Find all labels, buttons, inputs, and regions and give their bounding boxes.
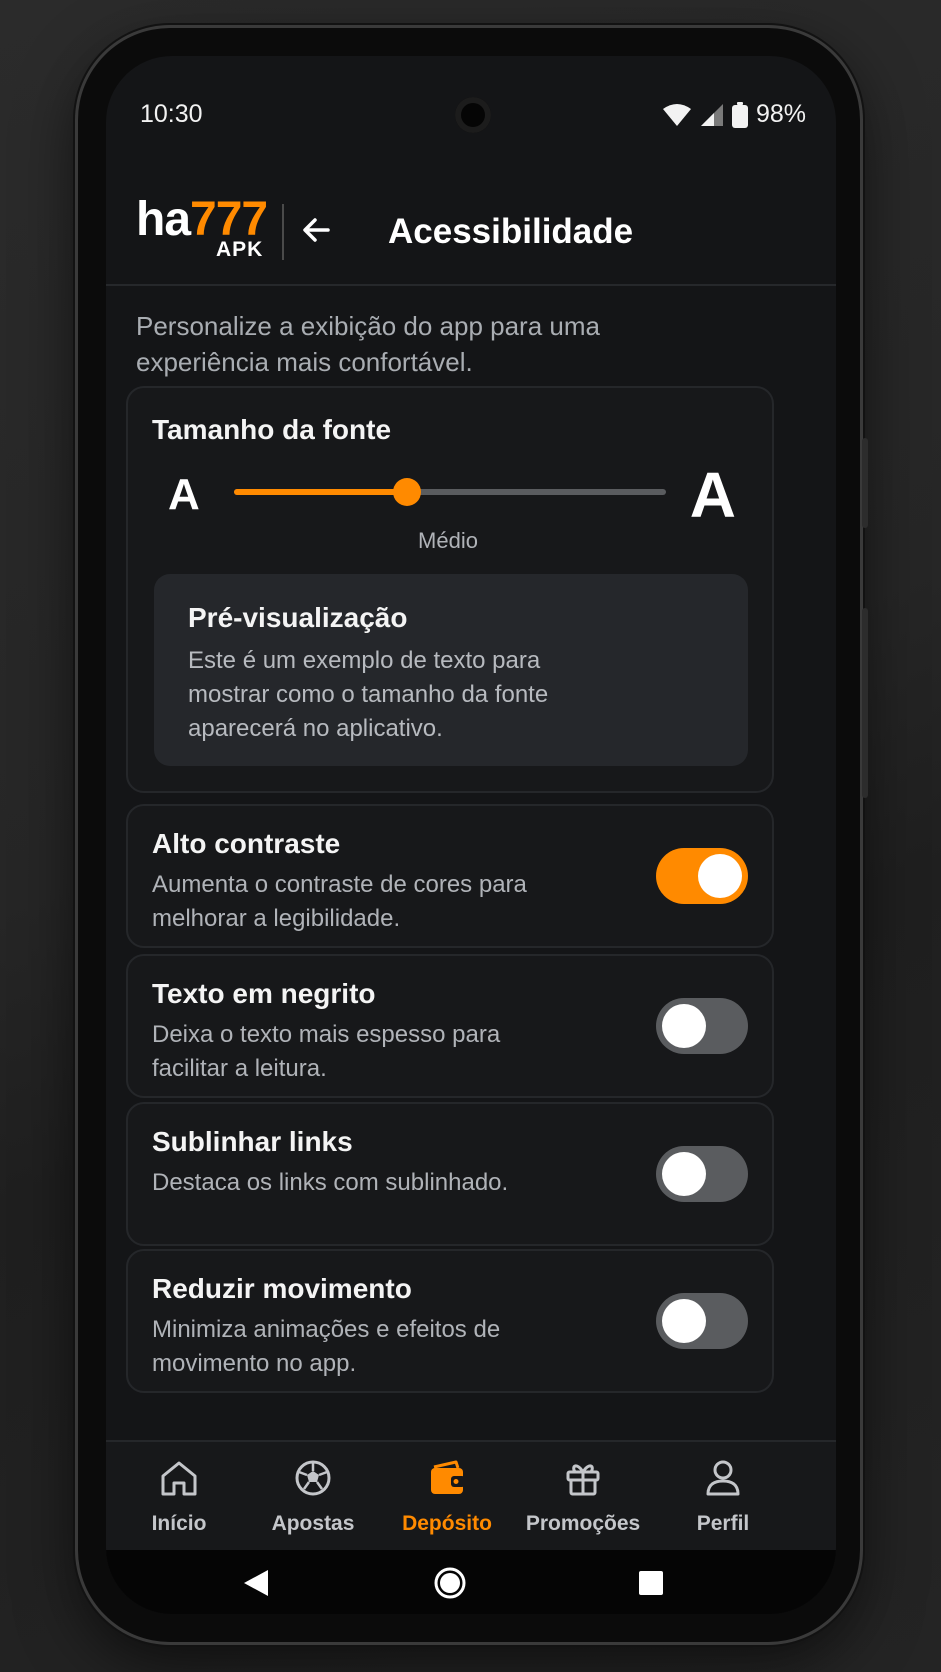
intro-text: Personalize a exibição do app para uma e…	[136, 311, 600, 377]
font-size-value: Médio	[418, 528, 478, 553]
logo-text-apk: APK	[216, 238, 264, 261]
setting-card-underline-links: Sublinhar links Destaca os links com sub…	[126, 1102, 774, 1246]
font-size-large-label: A	[689, 459, 736, 531]
volume-button	[862, 438, 868, 528]
wifi-icon	[662, 103, 691, 126]
setting-card-bold-text: Texto em negrito Deixa o texto mais espe…	[126, 954, 774, 1098]
font-size-card: Tamanho da fonte A A Médio Pré-visualiza…	[126, 386, 774, 793]
nav-label: Início	[151, 1512, 207, 1535]
preview-text: Este é um exemplo de texto para mostrar …	[188, 647, 549, 742]
wallet-icon	[431, 1460, 465, 1494]
header-divider	[282, 204, 284, 260]
preview-title: Pré-visualização	[188, 602, 408, 633]
phone-frame: 10:30 98% ha777 APK Acessibilidade Perso…	[78, 28, 868, 1642]
power-button	[862, 608, 868, 798]
font-preview-box: Pré-visualização Este é um exemplo de te…	[154, 574, 748, 766]
setting-card-reduce-motion: Reduzir movimento Minimiza animações e e…	[126, 1249, 774, 1393]
status-bar: 10:30 98%	[106, 56, 836, 133]
signal-icon	[700, 103, 723, 126]
toggle-knob	[662, 1004, 706, 1048]
font-size-slider[interactable]	[234, 478, 666, 506]
battery-icon	[731, 101, 748, 128]
nav-item-promocoes[interactable]: Promoções	[510, 1456, 656, 1546]
setting-description: Aumenta o contraste de cores para melhor…	[152, 871, 527, 932]
underline-links-toggle[interactable]	[656, 1146, 748, 1202]
reduce-motion-toggle[interactable]	[656, 1293, 748, 1349]
font-size-slider-fill	[234, 489, 407, 495]
setting-title: Alto contraste	[152, 828, 341, 859]
nav-label: Promoções	[525, 1512, 641, 1535]
font-size-title: Tamanho da fonte	[152, 414, 392, 445]
status-time: 10:30	[140, 100, 203, 128]
arrow-left-icon	[303, 218, 330, 242]
nav-item-inicio[interactable]: Início	[106, 1456, 252, 1546]
font-size-small-label: A	[168, 470, 200, 519]
back-button[interactable]	[298, 212, 334, 248]
nav-label: Apostas	[271, 1512, 355, 1535]
phone-screen: 10:30 98% ha777 APK Acessibilidade Perso…	[106, 56, 836, 1614]
user-icon	[706, 1460, 740, 1496]
toggle-knob	[662, 1152, 706, 1196]
high-contrast-toggle[interactable]	[656, 848, 748, 904]
font-size-slider-thumb[interactable]	[392, 478, 421, 506]
status-icons: 98%	[662, 100, 806, 129]
nav-label: Depósito	[402, 1512, 492, 1535]
app-header: ha777 APK Acessibilidade	[106, 164, 836, 286]
recents-square-icon[interactable]	[638, 1570, 664, 1596]
nav-label: Perfil	[696, 1512, 750, 1535]
home-circle-icon[interactable]	[433, 1566, 467, 1600]
nav-item-apostas[interactable]: Apostas	[240, 1456, 386, 1546]
nav-item-perfil[interactable]: Perfil	[650, 1456, 796, 1546]
back-triangle-icon[interactable]	[242, 1568, 270, 1598]
toggle-knob	[698, 854, 742, 898]
setting-title: Texto em negrito	[152, 978, 376, 1009]
front-camera	[455, 97, 491, 133]
system-nav-bar	[106, 1550, 836, 1614]
gift-icon	[566, 1464, 600, 1496]
setting-title: Reduzir movimento	[152, 1273, 412, 1304]
setting-description: Destaca os links com sublinhado.	[152, 1169, 509, 1196]
bottom-nav: Início Apostas Depósito Promoções Perfil	[106, 1440, 836, 1552]
setting-description: Minimiza animações e efeitos de moviment…	[152, 1316, 501, 1377]
logo-text-ha: ha	[136, 193, 191, 246]
nav-item-deposito[interactable]: Depósito	[374, 1456, 520, 1546]
toggle-knob	[662, 1299, 706, 1343]
page-title: Acessibilidade	[388, 212, 634, 251]
battery-percent: 98%	[755, 100, 806, 128]
setting-title: Sublinhar links	[152, 1126, 353, 1157]
soccer-ball-icon	[295, 1460, 331, 1496]
home-icon	[161, 1461, 197, 1496]
setting-description: Deixa o texto mais espesso para facilita…	[152, 1021, 501, 1082]
app-logo[interactable]: ha777 APK	[136, 192, 286, 262]
setting-card-high-contrast: Alto contraste Aumenta o contraste de co…	[126, 804, 774, 948]
bold-text-toggle[interactable]	[656, 998, 748, 1054]
